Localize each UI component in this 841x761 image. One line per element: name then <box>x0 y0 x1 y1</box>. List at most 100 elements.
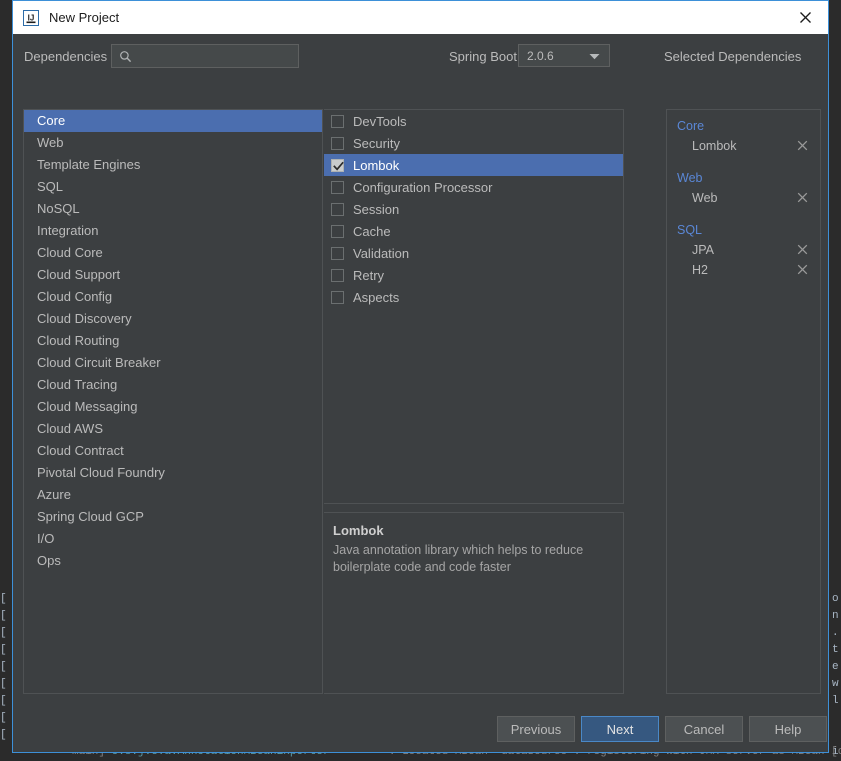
category-item-label: Cloud Routing <box>37 333 120 348</box>
category-item[interactable]: Cloud Messaging <box>24 396 322 418</box>
module-row[interactable]: Cache <box>324 220 623 242</box>
spring-boot-version-select[interactable]: 2.0.6 <box>518 44 610 67</box>
module-label: Retry <box>353 267 385 283</box>
module-row[interactable]: Retry <box>324 264 623 286</box>
checkbox-unchecked-icon[interactable] <box>331 290 344 304</box>
dialog-title: New Project <box>49 10 120 25</box>
dialog-titlebar: IJ New Project <box>13 1 828 34</box>
description-title: Lombok <box>333 523 384 538</box>
selected-dependency-item[interactable]: Lombok <box>667 136 820 156</box>
category-item[interactable]: Ops <box>24 550 322 572</box>
category-item-label: Cloud Config <box>37 289 113 304</box>
category-item-label: Cloud Contract <box>37 443 124 458</box>
category-item-label: Web <box>37 135 64 150</box>
category-item[interactable]: Cloud Discovery <box>24 308 322 330</box>
category-item-label: Pivotal Cloud Foundry <box>37 465 165 480</box>
background-log-fragment: [ <box>0 695 7 707</box>
module-label: Configuration Processor <box>353 179 493 195</box>
next-button[interactable]: Next <box>581 716 659 742</box>
category-item[interactable]: Cloud Tracing <box>24 374 322 396</box>
category-item[interactable]: Cloud Config <box>24 286 322 308</box>
selected-dependency-item[interactable]: JPA <box>667 240 820 260</box>
remove-dependency-icon[interactable] <box>797 192 808 205</box>
checkbox-unchecked-icon[interactable] <box>331 224 344 238</box>
category-item[interactable]: Cloud Core <box>24 242 322 264</box>
category-item[interactable]: Web <box>24 132 322 154</box>
module-label: Cache <box>353 223 391 239</box>
background-log-fragment: w <box>832 678 839 690</box>
dialog-button-bar: Previous Next Cancel Help <box>13 716 828 744</box>
checkbox-checked-icon[interactable] <box>331 158 344 172</box>
module-row[interactable]: Configuration Processor <box>324 176 623 198</box>
module-label: Aspects <box>353 289 400 305</box>
category-item[interactable]: I/O <box>24 528 322 550</box>
selected-dependency-name: H2 <box>692 263 708 277</box>
category-item-label: Cloud Tracing <box>37 377 118 392</box>
module-row[interactable]: Security <box>324 132 623 154</box>
module-row[interactable]: Session <box>324 198 623 220</box>
background-log-fragment: [ <box>0 729 7 741</box>
module-label: Lombok <box>353 157 400 173</box>
remove-dependency-icon[interactable] <box>797 140 808 153</box>
category-item[interactable]: Azure <box>24 484 322 506</box>
category-item-label: Integration <box>37 223 99 238</box>
module-row[interactable]: Validation <box>324 242 623 264</box>
category-item[interactable]: Cloud Support <box>24 264 322 286</box>
checkbox-unchecked-icon[interactable] <box>331 180 344 194</box>
selected-group-title: SQL <box>677 223 703 237</box>
search-input[interactable] <box>132 46 299 66</box>
category-list[interactable]: Core Web Template Engines SQL NoSQL Integrati… <box>23 109 323 694</box>
category-item-label: Cloud Discovery <box>37 311 132 326</box>
selected-dependencies-label: Selected Dependencies <box>664 49 802 64</box>
checkbox-unchecked-icon[interactable] <box>331 114 344 128</box>
background-log-fragment: n <box>832 610 839 622</box>
cancel-button[interactable]: Cancel <box>665 716 743 742</box>
module-row[interactable]: DevTools <box>324 110 623 132</box>
remove-dependency-icon[interactable] <box>797 264 808 277</box>
category-item[interactable]: Cloud AWS <box>24 418 322 440</box>
category-item[interactable]: Integration <box>24 220 322 242</box>
module-row[interactable]: Aspects <box>324 286 623 308</box>
category-item-label: SQL <box>37 179 64 194</box>
module-row[interactable]: Lombok <box>324 154 623 176</box>
remove-dependency-icon[interactable] <box>797 244 808 257</box>
category-item[interactable]: SQL <box>24 176 322 198</box>
intellij-idea-icon: IJ <box>23 9 39 26</box>
category-item-label: Cloud AWS <box>37 421 103 436</box>
category-item[interactable]: Cloud Contract <box>24 440 322 462</box>
selected-dependency-name: Lombok <box>692 139 737 153</box>
checkbox-unchecked-icon[interactable] <box>331 202 344 216</box>
category-item-label: Cloud Core <box>37 245 103 260</box>
module-checkbox-list[interactable]: DevTools Security Lombok Configuration Proc… <box>324 109 624 504</box>
background-log-fragment: [ <box>0 661 7 673</box>
module-label: Security <box>353 135 400 151</box>
background-log-fragment: . <box>832 627 839 639</box>
close-icon[interactable] <box>782 1 828 34</box>
checkbox-unchecked-icon[interactable] <box>331 136 344 150</box>
selected-dependency-item[interactable]: Web <box>667 188 820 208</box>
help-button[interactable]: Help <box>749 716 827 742</box>
category-item[interactable]: Cloud Routing <box>24 330 322 352</box>
category-item-label: Cloud Support <box>37 267 121 282</box>
previous-button[interactable]: Previous <box>497 716 575 742</box>
background-log-fragment: l <box>832 695 839 707</box>
category-item[interactable]: Spring Cloud GCP <box>24 506 322 528</box>
category-item-label: Template Engines <box>37 157 141 172</box>
dependencies-toolbar: Dependencies Spring Boot 2.0.6 Selected … <box>13 42 828 74</box>
selected-dependency-name: Web <box>692 191 718 205</box>
category-item-label: Cloud Circuit Breaker <box>37 355 161 370</box>
search-box[interactable] <box>111 44 299 68</box>
dependencies-panels: Core Web Template Engines SQL NoSQL Integrati… <box>13 76 828 694</box>
category-item[interactable]: NoSQL <box>24 198 322 220</box>
background-log-fragment: [ <box>0 593 7 605</box>
category-item[interactable]: Cloud Circuit Breaker <box>24 352 322 374</box>
selected-dependencies-list[interactable]: Core Lombok Web Web SQL JPA H2 <box>666 109 821 694</box>
checkbox-unchecked-icon[interactable] <box>331 246 344 260</box>
checkbox-unchecked-icon[interactable] <box>331 268 344 282</box>
category-item[interactable]: Pivotal Cloud Foundry <box>24 462 322 484</box>
selected-dependency-item[interactable]: H2 <box>667 260 820 280</box>
category-item[interactable]: Core <box>24 110 322 132</box>
category-item[interactable]: Template Engines <box>24 154 322 176</box>
